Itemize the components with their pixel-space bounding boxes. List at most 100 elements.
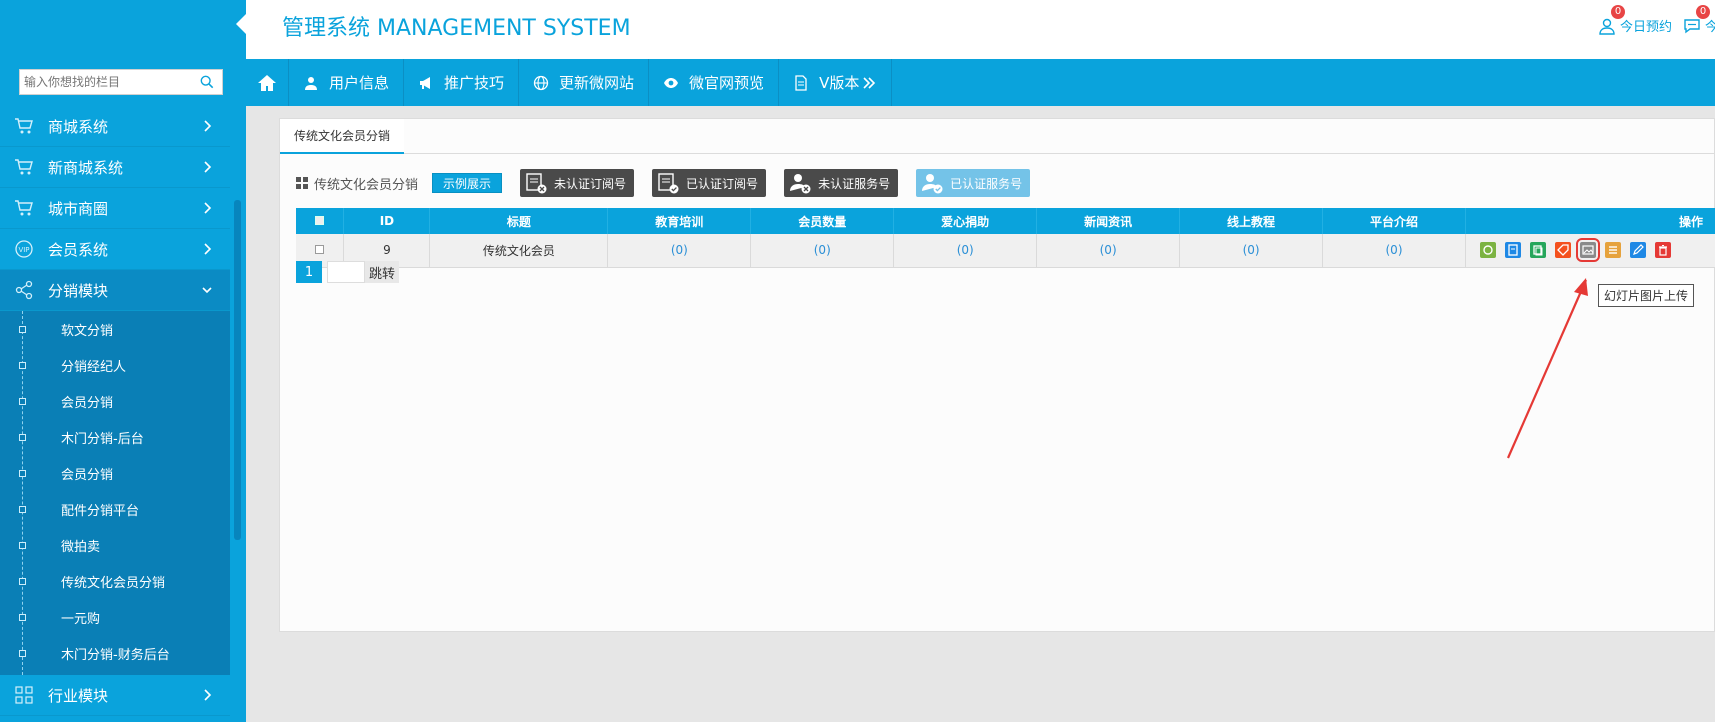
chevron-down-icon: [202, 287, 212, 294]
submenu-item[interactable]: 会员分销: [0, 455, 230, 491]
table-header-row: ID 标题 教育培训 会员数量 爱心捐助 新闻资讯 线上教程 平台介绍 操作: [296, 208, 1715, 234]
column-header: 爱心捐助: [893, 208, 1038, 234]
select-all-checkbox[interactable]: [315, 216, 325, 225]
row-count-link[interactable]: (0): [607, 234, 752, 268]
notification-badge: 0: [1611, 5, 1625, 19]
toolbar: 传统文化会员分销 示例展示 未认证订阅号 已认证订阅号 未认证服务号 已认证服务…: [296, 169, 1048, 197]
nav-update-site[interactable]: 更新微网站: [519, 59, 650, 106]
row-checkbox[interactable]: [315, 245, 325, 255]
megaphone-icon: [420, 76, 431, 89]
row-count-link[interactable]: (0): [1179, 234, 1324, 268]
sidebar-item-member[interactable]: VIP 会员系统: [0, 229, 230, 270]
chat-icon: [1684, 18, 1700, 33]
cart-icon: [13, 197, 35, 219]
sidebar-item-city[interactable]: 城市商圈: [0, 188, 230, 229]
chevron-right-icon: [204, 120, 212, 132]
sidebar-item-label: 会员系统: [48, 240, 109, 259]
home-icon: [258, 74, 276, 91]
grid-icon: [13, 684, 35, 706]
page-number-button[interactable]: 1: [296, 261, 322, 283]
row-count-link[interactable]: (0): [1036, 234, 1181, 268]
sidebar-item-mall[interactable]: 商城系统: [0, 106, 230, 147]
grid-icon: [296, 177, 308, 189]
trash-icon[interactable]: [1654, 242, 1671, 259]
tab-traditional-culture[interactable]: 传统文化会员分销: [280, 119, 405, 154]
unverified-subscription-button[interactable]: 未认证订阅号: [520, 169, 635, 197]
submenu-item[interactable]: 会员分销: [0, 383, 230, 419]
submenu-item[interactable]: 软文分销: [0, 311, 230, 347]
unverified-service-button[interactable]: 未认证服务号: [784, 169, 899, 197]
column-header: ID: [343, 208, 431, 234]
distribution-submenu: 软文分销 分销经纪人 会员分销 木门分销-后台 会员分销 配件分销平台 微拍卖 …: [0, 311, 230, 675]
chevron-right-icon: [204, 689, 212, 701]
page-jump-input[interactable]: [327, 261, 365, 283]
verified-service-button[interactable]: 已认证服务号: [916, 169, 1031, 197]
svg-text:VIP: VIP: [18, 246, 29, 254]
eye-icon: [664, 77, 679, 88]
search-icon[interactable]: [200, 75, 214, 89]
note-icon[interactable]: [1504, 242, 1521, 259]
row-count-link[interactable]: (0): [750, 234, 895, 268]
table-row: 9 传统文化会员 (0) (0) (0) (0) (0) (0): [296, 234, 1715, 268]
row-actions: [1465, 234, 1715, 268]
column-header: 平台介绍: [1322, 208, 1466, 234]
list-icon[interactable]: [1604, 242, 1621, 259]
pagination: 1 跳转: [296, 261, 400, 283]
nav-promotion-tips[interactable]: 推广技巧: [404, 59, 520, 106]
data-table: ID 标题 教育培训 会员数量 爱心捐助 新闻资讯 线上教程 平台介绍 操作 9…: [296, 208, 1715, 268]
home-button[interactable]: [246, 59, 289, 106]
sidebar-item-industry[interactable]: 行业模块: [0, 675, 230, 716]
column-header: 操作: [1465, 208, 1715, 234]
submenu-item[interactable]: 一元购: [0, 599, 230, 635]
messages-link[interactable]: 0 今: [1683, 5, 1715, 35]
page-jump-button[interactable]: 跳转: [365, 261, 400, 283]
doc-icon: [795, 74, 807, 91]
recycle-icon[interactable]: [1479, 242, 1496, 259]
tooltip: 幻灯片图片上传: [1598, 284, 1695, 307]
tag-icon[interactable]: [1554, 242, 1571, 259]
top-header: 管理系统 MANAGEMENT SYSTEM 0 今日预约 0 今: [246, 0, 1715, 59]
image-icon[interactable]: [1575, 238, 1600, 263]
user-check-icon: [922, 174, 943, 194]
sidebar-item-new-mall[interactable]: 新商城系统: [0, 147, 230, 188]
user-x-icon: [790, 174, 811, 194]
submenu-item[interactable]: 木门分销-后台: [0, 419, 230, 455]
submenu-item[interactable]: 传统文化会员分销: [0, 563, 230, 599]
sidebar-notch: [236, 14, 246, 34]
demo-button[interactable]: 示例展示: [432, 173, 503, 193]
row-count-link[interactable]: (0): [893, 234, 1038, 268]
share-icon: [13, 279, 35, 301]
column-header: 标题: [429, 208, 609, 234]
cart-icon: [13, 115, 35, 137]
submenu-item[interactable]: 配件分销平台: [0, 491, 230, 527]
submenu-item[interactable]: 木门分销-财务后台: [0, 635, 230, 671]
nav-version[interactable]: V版本: [779, 59, 893, 106]
chevron-right-icon: [204, 202, 212, 214]
chevron-right-icon: [204, 243, 212, 255]
submenu-item[interactable]: 微拍卖: [0, 527, 230, 563]
nav-user-info[interactable]: 用户信息: [289, 59, 405, 106]
sidebar-item-distribution[interactable]: 分销模块: [0, 270, 230, 311]
sidebar-item-label: 分销模块: [48, 281, 109, 300]
sidebar-scrollbar[interactable]: [234, 200, 241, 540]
header-link-label: 今: [1705, 20, 1715, 35]
search-box: [19, 69, 223, 95]
tab-bar: 传统文化会员分销: [280, 119, 1714, 154]
sidebar-item-label: 商城系统: [48, 117, 109, 136]
submenu-item[interactable]: 分销经纪人: [0, 347, 230, 383]
row-count-link[interactable]: (0): [1322, 234, 1466, 268]
verified-subscription-button[interactable]: 已认证订阅号: [652, 169, 767, 197]
sidebar-menu: 商城系统 新商城系统 城市商圈 VIP 会员系统 分销模块 软文分销 分销经纪人: [0, 106, 230, 716]
page-title: 管理系统 MANAGEMENT SYSTEM: [282, 16, 631, 41]
user-icon: [305, 76, 317, 90]
nav-site-preview[interactable]: 微官网预览: [649, 59, 780, 106]
header-link-label: 今日预约: [1620, 20, 1673, 35]
select-all-cell[interactable]: [296, 208, 345, 234]
today-appointments-link[interactable]: 0 今日预约: [1598, 5, 1673, 35]
column-header: 会员数量: [750, 208, 895, 234]
search-input[interactable]: [20, 70, 196, 94]
column-header: 新闻资讯: [1036, 208, 1181, 234]
edit-icon[interactable]: [1629, 242, 1646, 259]
doc-x-icon: [526, 173, 547, 194]
copy-icon[interactable]: [1529, 242, 1546, 259]
